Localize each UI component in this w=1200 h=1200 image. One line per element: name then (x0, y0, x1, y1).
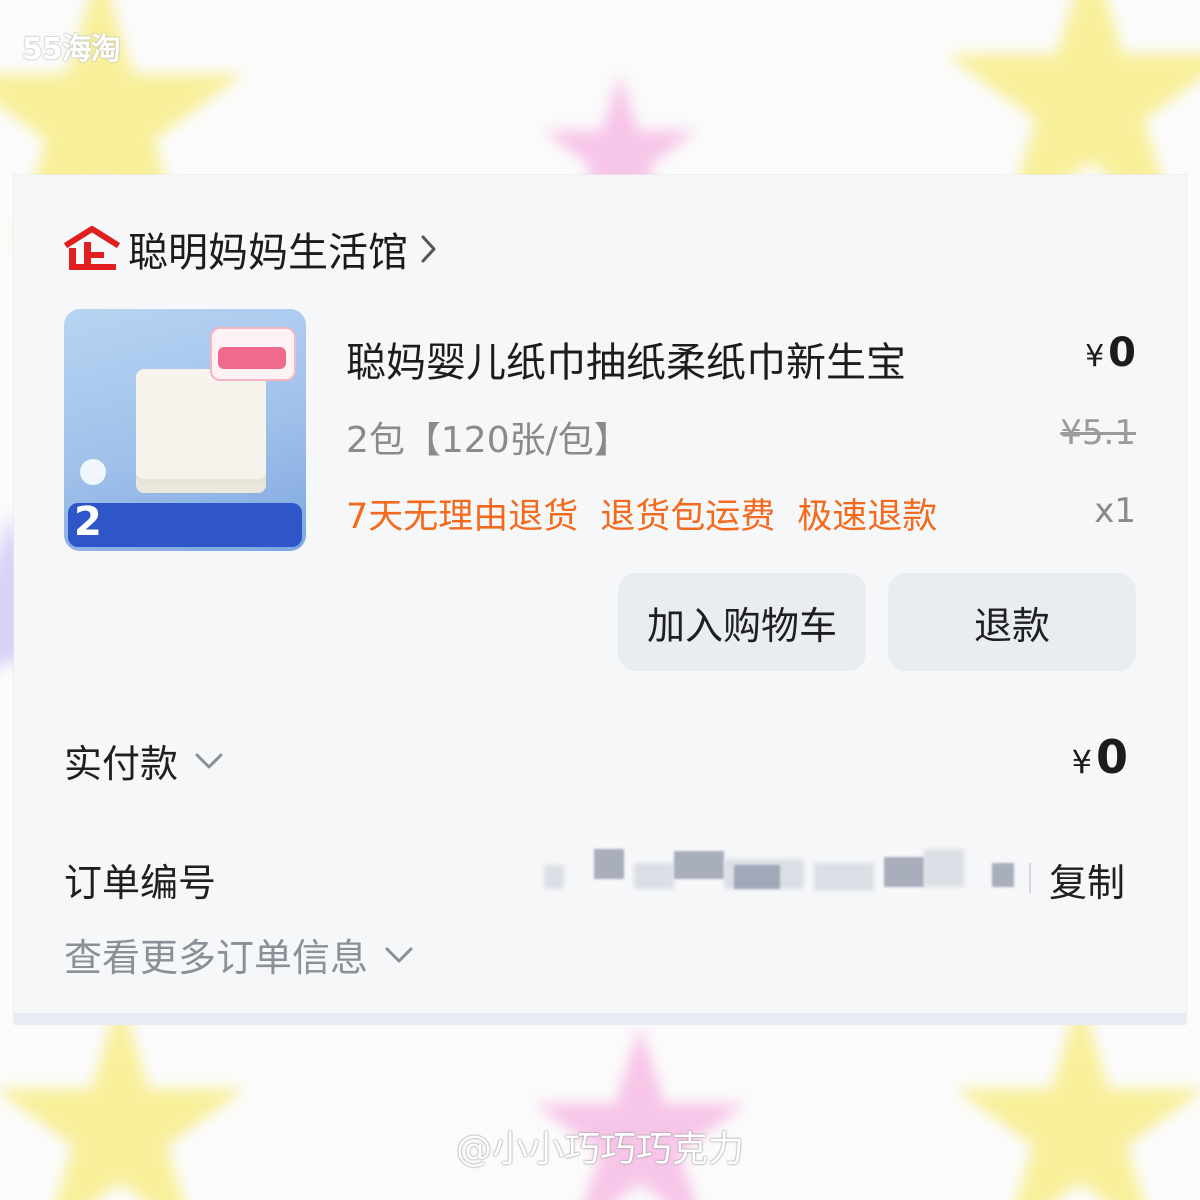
order-number-redacted (534, 845, 1024, 897)
paid-amount-toggle[interactable]: 实付款 (64, 733, 224, 788)
enterprise-store-icon (64, 226, 120, 270)
watermark-bottom: @小小巧巧巧克力 (455, 1129, 744, 1170)
service-tag: 退货包运费 (600, 497, 776, 537)
product-price: ¥0 (1085, 330, 1136, 376)
paid-amount-value: ¥0 (1072, 730, 1128, 784)
product-title[interactable]: 聪妈婴儿纸巾抽纸柔纸巾新生宝 (346, 330, 906, 388)
shop-header[interactable]: 聪明妈妈生活馆 (64, 225, 440, 276)
paid-value: 0 (1095, 730, 1128, 784)
product-thumbnail[interactable]: 2 (64, 309, 306, 551)
watermark-top-left: 55海淘 (22, 32, 121, 67)
refund-button[interactable]: 退款 (888, 573, 1136, 671)
copy-order-number-button[interactable]: 复制 (1049, 852, 1125, 907)
original-price: ¥5.1 (1060, 413, 1136, 453)
order-number-label: 订单编号 (64, 861, 217, 905)
card-bottom-strip (14, 1013, 1186, 1025)
service-tag: 极速退款 (797, 497, 938, 537)
shop-name: 聪明妈妈生活馆 (128, 230, 408, 276)
currency-symbol: ¥ (1071, 743, 1092, 781)
product-banner-graphic (68, 503, 302, 547)
product-badge-graphic (210, 327, 296, 381)
more-order-info-toggle[interactable]: 查看更多订单信息 (64, 927, 414, 982)
quantity: x1 (1094, 491, 1136, 531)
chevron-right-icon (421, 235, 436, 263)
more-order-info-label: 查看更多订单信息 (64, 936, 369, 980)
star-decoration (534, 1024, 746, 1200)
paid-amount-label: 实付款 (64, 742, 179, 786)
price-value: 0 (1108, 330, 1136, 376)
order-card: 聪明妈妈生活馆 2 聪妈婴儿纸巾抽纸柔纸巾新生宝 ¥0 2包【120张/包】 ¥… (14, 175, 1186, 1023)
product-package-graphic (136, 369, 266, 479)
chevron-down-icon (385, 947, 413, 962)
currency-symbol: ¥ (1085, 339, 1105, 374)
pack-count: 2 (74, 499, 102, 545)
service-tag: 7天无理由退货 (346, 497, 579, 537)
decor-ball (80, 459, 106, 485)
add-to-cart-button[interactable]: 加入购物车 (618, 573, 866, 671)
divider (1029, 863, 1031, 893)
product-spec: 2包【120张/包】 (346, 420, 630, 461)
chevron-down-icon (195, 753, 223, 768)
service-tags: 7天无理由退货 退货包运费 极速退款 (346, 488, 937, 539)
